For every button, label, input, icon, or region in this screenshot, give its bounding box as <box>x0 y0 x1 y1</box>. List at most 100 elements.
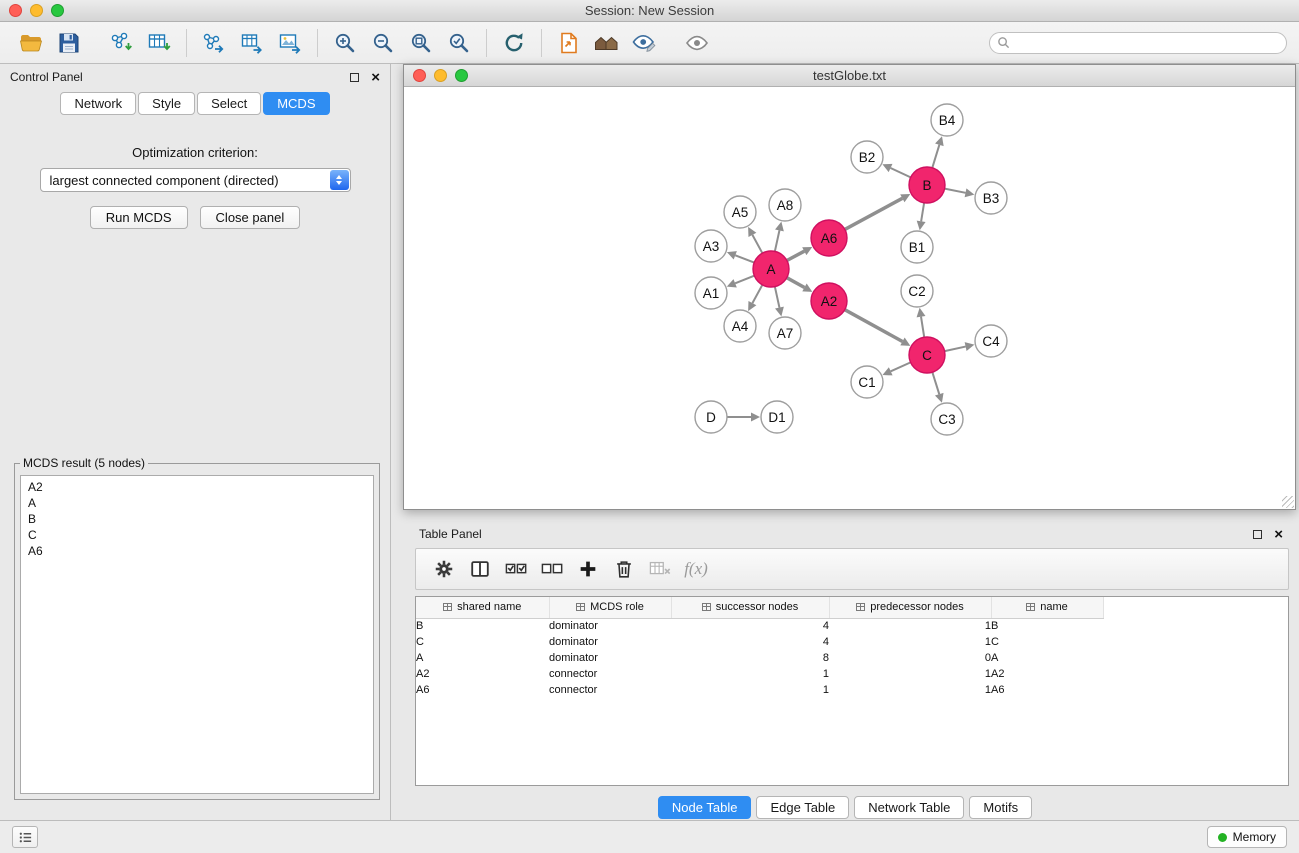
network-edge-A-A8[interactable] <box>775 230 780 251</box>
network-node-C4[interactable]: C4 <box>975 325 1007 357</box>
network-edge-A-A2[interactable] <box>787 278 805 288</box>
mcds-result-item[interactable]: C <box>28 527 366 543</box>
delete-rows-button[interactable] <box>642 552 678 586</box>
run-mcds-button[interactable]: Run MCDS <box>90 206 188 229</box>
tab-mcds[interactable]: MCDS <box>263 92 329 115</box>
network-node-A2[interactable]: A2 <box>811 283 847 319</box>
network-node-A7[interactable]: A7 <box>769 317 801 349</box>
mcds-result-item[interactable]: A6 <box>28 543 366 559</box>
toggle-graphics-details-button[interactable] <box>678 26 716 60</box>
network-minimize-button[interactable] <box>434 69 447 82</box>
network-node-B2[interactable]: B2 <box>851 141 883 173</box>
document-export-button[interactable] <box>550 26 588 60</box>
open-session-button[interactable] <box>12 26 50 60</box>
network-node-B1[interactable]: B1 <box>901 231 933 263</box>
show-columns-button[interactable] <box>462 552 498 586</box>
network-edge-B-B2[interactable] <box>891 168 911 177</box>
mcds-result-item[interactable]: A2 <box>28 479 366 495</box>
column-header-name[interactable]: name <box>991 597 1103 618</box>
zoom-fit-button[interactable] <box>402 26 440 60</box>
network-node-A8[interactable]: A8 <box>769 189 801 221</box>
network-node-D[interactable]: D <box>695 401 727 433</box>
network-node-A6[interactable]: A6 <box>811 220 847 256</box>
minimize-window-button[interactable] <box>30 4 43 17</box>
network-node-B3[interactable]: B3 <box>975 182 1007 214</box>
network-edge-C-C2[interactable] <box>921 317 924 338</box>
network-node-C[interactable]: C <box>909 337 945 373</box>
select-all-button[interactable] <box>498 552 534 586</box>
refresh-layout-button[interactable] <box>495 26 533 60</box>
network-zoom-button[interactable] <box>455 69 468 82</box>
export-image-button[interactable] <box>271 26 309 60</box>
save-session-button[interactable] <box>50 26 88 60</box>
network-edge-A-A6[interactable] <box>787 251 804 260</box>
zoom-out-button[interactable] <box>364 26 402 60</box>
close-window-button[interactable] <box>9 4 22 17</box>
table-row[interactable]: Cdominator41C <box>416 634 1103 650</box>
export-network-button[interactable] <box>195 26 233 60</box>
function-builder-button[interactable]: f(x) <box>678 552 714 586</box>
network-edge-C-C3[interactable] <box>932 372 939 394</box>
mcds-result-item[interactable]: B <box>28 511 366 527</box>
new-column-button[interactable] <box>570 552 606 586</box>
optimization-dropdown[interactable]: largest connected component (directed) <box>40 168 351 192</box>
network-node-A[interactable]: A <box>753 251 789 287</box>
mcds-result-item[interactable]: A <box>28 495 366 511</box>
export-table-button[interactable] <box>233 26 271 60</box>
tab-motifs[interactable]: Motifs <box>969 796 1032 819</box>
tab-edge-table[interactable]: Edge Table <box>756 796 849 819</box>
delete-column-button[interactable] <box>606 552 642 586</box>
tab-network[interactable]: Network <box>60 92 136 115</box>
network-close-button[interactable] <box>413 69 426 82</box>
column-header-MCDS-role[interactable]: MCDS role <box>549 597 671 618</box>
network-edge-B-B1[interactable] <box>921 203 924 222</box>
zoom-in-button[interactable] <box>326 26 364 60</box>
network-node-C1[interactable]: C1 <box>851 366 883 398</box>
tab-style[interactable]: Style <box>138 92 195 115</box>
network-edge-C-C4[interactable] <box>945 347 966 352</box>
column-header-successor-nodes[interactable]: successor nodes <box>671 597 829 618</box>
resize-grip[interactable] <box>1282 496 1294 508</box>
network-edge-A-A7[interactable] <box>775 287 780 308</box>
network-node-B4[interactable]: B4 <box>931 104 963 136</box>
column-header-predecessor-nodes[interactable]: predecessor nodes <box>829 597 991 618</box>
network-canvas[interactable]: B4B2BB3A5A8A6A3B1AC2A1A2A4A7C4CC1C3DD1 <box>404 87 1295 509</box>
network-edge-A-A5[interactable] <box>752 235 762 253</box>
network-edge-A6-B[interactable] <box>845 198 903 229</box>
network-node-C3[interactable]: C3 <box>931 403 963 435</box>
network-node-A5[interactable]: A5 <box>724 196 756 228</box>
mcds-result-list[interactable]: A2ABCA6 <box>20 475 374 794</box>
close-table-panel-icon[interactable]: × <box>1274 527 1283 542</box>
zoom-selected-button[interactable] <box>440 26 478 60</box>
network-node-A3[interactable]: A3 <box>695 230 727 262</box>
search-input[interactable] <box>1015 36 1279 50</box>
network-edge-A-A1[interactable] <box>735 276 754 284</box>
close-panel-button[interactable]: Close panel <box>200 206 301 229</box>
network-edge-B-B3[interactable] <box>945 189 966 193</box>
home-views-button[interactable] <box>588 26 626 60</box>
network-edge-A2-C[interactable] <box>845 310 903 342</box>
float-table-panel-icon[interactable] <box>1253 530 1262 539</box>
tab-select[interactable]: Select <box>197 92 261 115</box>
tab-network-table[interactable]: Network Table <box>854 796 964 819</box>
table-row[interactable]: A2connector11A2 <box>416 666 1103 682</box>
network-node-D1[interactable]: D1 <box>761 401 793 433</box>
table-row[interactable]: A6connector11A6 <box>416 682 1103 698</box>
network-edge-B-B4[interactable] <box>932 145 939 168</box>
edit-graphics-details-button[interactable] <box>626 26 664 60</box>
network-graph[interactable]: B4B2BB3A5A8A6A3B1AC2A1A2A4A7C4CC1C3DD1 <box>404 87 1295 509</box>
network-node-A1[interactable]: A1 <box>695 277 727 309</box>
table-row[interactable]: Adominator80A <box>416 650 1103 666</box>
network-edge-A-A4[interactable] <box>752 285 762 303</box>
network-node-C2[interactable]: C2 <box>901 275 933 307</box>
import-network-button[interactable] <box>102 26 140 60</box>
network-node-A4[interactable]: A4 <box>724 310 756 342</box>
network-edge-A-A3[interactable] <box>735 255 754 262</box>
network-edge-C-C1[interactable] <box>891 362 911 371</box>
column-header-shared-name[interactable]: shared name <box>416 597 549 618</box>
panel-list-button[interactable] <box>12 826 38 848</box>
table-settings-button[interactable] <box>426 552 462 586</box>
zoom-window-button[interactable] <box>51 4 64 17</box>
close-panel-icon[interactable]: × <box>371 70 380 85</box>
deselect-all-button[interactable] <box>534 552 570 586</box>
